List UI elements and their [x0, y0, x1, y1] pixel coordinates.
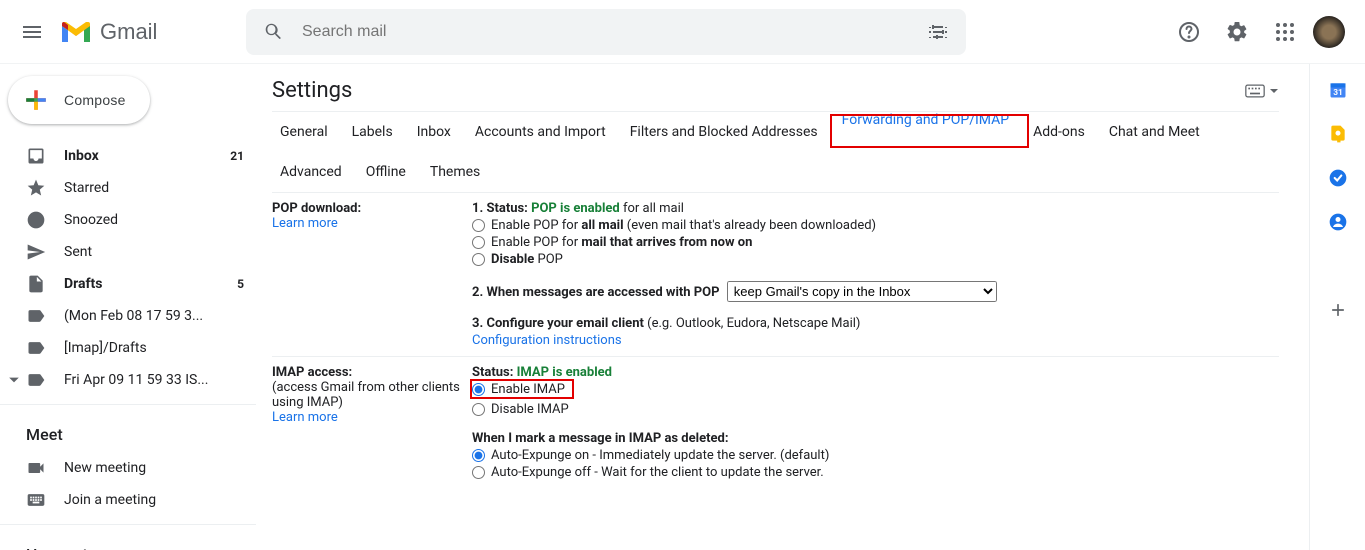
settings-gear-icon[interactable]: [1217, 12, 1257, 52]
chevron-down-icon: [1269, 86, 1279, 96]
pop-radio-disable[interactable]: [472, 253, 485, 266]
pop-configure-row: 3. Configure your email client (e.g. Out…: [472, 316, 1279, 331]
file-icon: [26, 274, 46, 294]
tab-accounts-and-import[interactable]: Accounts and Import: [467, 112, 614, 152]
clock-icon: [26, 210, 46, 230]
sidebar-item-starred[interactable]: Starred: [0, 172, 256, 204]
pop-download-label: POP download:: [272, 201, 462, 216]
keyboard-small-icon: [1245, 84, 1265, 98]
pop-access-select[interactable]: keep Gmail's copy in the Inbox: [727, 281, 997, 302]
sidebar-item-sent[interactable]: Sent: [0, 236, 256, 268]
expunge-off-option[interactable]: Auto-Expunge off - Wait for the client t…: [472, 465, 1279, 480]
contacts-icon[interactable]: [1328, 212, 1348, 232]
settings-pane: Settings GeneralLabelsInboxAccounts and …: [256, 64, 1309, 550]
tab-general[interactable]: General: [272, 112, 336, 152]
tab-advanced[interactable]: Advanced: [272, 152, 350, 192]
expunge-on-option[interactable]: Auto-Expunge on - Immediately update the…: [472, 448, 1279, 463]
keyboard-icon: [26, 490, 46, 510]
logo-text: Gmail: [100, 19, 157, 45]
tab-labels[interactable]: Labels: [344, 112, 401, 152]
imap-sub-label: (access Gmail from other clients using I…: [272, 380, 462, 410]
imap-status-line: Status: IMAP is enabled: [472, 365, 1279, 380]
hangouts-section-title: Hangouts: [0, 533, 256, 550]
label-icon: [26, 306, 46, 326]
inbox-icon: [26, 146, 46, 166]
imap-deleted-heading: When I mark a message in IMAP as deleted…: [472, 431, 729, 446]
tasks-icon[interactable]: [1328, 168, 1348, 188]
meet-section-title: Meet: [0, 413, 256, 452]
tab-add-ons[interactable]: Add-ons: [1025, 112, 1093, 152]
compose-button[interactable]: Compose: [8, 76, 150, 124]
side-panel: 31: [1309, 64, 1365, 550]
pop-radio-now[interactable]: [472, 236, 485, 249]
search-icon[interactable]: [254, 12, 294, 52]
add-sidepanel-icon[interactable]: [1328, 300, 1348, 320]
label-icon: [26, 338, 46, 358]
sidebar: Compose Inbox21StarredSnoozedSentDrafts5…: [0, 64, 256, 550]
new-meeting-item[interactable]: New meeting: [0, 452, 256, 484]
highlight-forwarding-tab: [830, 114, 1029, 148]
search-box[interactable]: [246, 9, 966, 55]
sidebar-item-imap-drafts[interactable]: [Imap]/Drafts: [0, 332, 256, 364]
settings-tabs: GeneralLabelsInboxAccounts and ImportFil…: [272, 111, 1279, 193]
pop-radio-all[interactable]: [472, 219, 485, 232]
compose-label: Compose: [64, 92, 126, 108]
sidebar-item-fri-apr-09-11-59-33-is[interactable]: Fri Apr 09 11 59 33 IS...: [0, 364, 256, 396]
imap-radio-disable[interactable]: [472, 403, 485, 416]
join-meeting-item[interactable]: Join a meeting: [0, 484, 256, 516]
pop-option-from-now[interactable]: Enable POP for mail that arrives from no…: [472, 235, 1279, 250]
label-icon: [26, 370, 46, 390]
gmail-icon: [60, 20, 92, 44]
sidebar-item-snoozed[interactable]: Snoozed: [0, 204, 256, 236]
apps-grid-icon[interactable]: [1265, 12, 1305, 52]
configuration-instructions-link[interactable]: Configuration instructions: [472, 333, 622, 348]
tab-inbox[interactable]: Inbox: [409, 112, 459, 152]
tab-offline[interactable]: Offline: [358, 152, 414, 192]
video-icon: [26, 458, 46, 478]
search-options-icon[interactable]: [918, 12, 958, 52]
pop-option-disable[interactable]: Disable POP: [472, 252, 1279, 267]
pop-option-all-mail[interactable]: Enable POP for all mail (even mail that'…: [472, 218, 1279, 233]
imap-disable-option[interactable]: Disable IMAP: [472, 402, 1279, 417]
pop-access-row: 2. When messages are accessed with POP k…: [472, 281, 1279, 302]
tab-filters-and-blocked-addresses[interactable]: Filters and Blocked Addresses: [622, 112, 826, 152]
pop-status-line: 1. Status: POP is enabled for all mail: [472, 201, 1279, 216]
input-tools-button[interactable]: [1245, 84, 1279, 98]
keep-icon[interactable]: [1328, 124, 1348, 144]
tab-chat-and-meet[interactable]: Chat and Meet: [1101, 112, 1208, 152]
support-icon[interactable]: [1169, 12, 1209, 52]
sidebar-item-mon-feb-08-17-59-3[interactable]: (Mon Feb 08 17 59 3...: [0, 300, 256, 332]
pop-learn-more-link[interactable]: Learn more: [272, 216, 338, 231]
sidebar-item-inbox[interactable]: Inbox21: [0, 140, 256, 172]
expunge-radio-off[interactable]: [472, 466, 485, 479]
imap-learn-more-link[interactable]: Learn more: [272, 410, 338, 425]
imap-access-label: IMAP access:: [272, 365, 462, 380]
compose-plus-icon: [20, 84, 52, 116]
expand-icon[interactable]: [8, 374, 20, 386]
send-icon: [26, 242, 46, 262]
gmail-logo[interactable]: Gmail: [56, 19, 236, 45]
calendar-icon[interactable]: 31: [1328, 80, 1348, 100]
main-menu-button[interactable]: [8, 8, 56, 56]
sidebar-item-drafts[interactable]: Drafts5: [0, 268, 256, 300]
settings-title: Settings: [272, 78, 352, 103]
search-input[interactable]: [294, 23, 918, 41]
highlight-enable-imap: [470, 379, 574, 399]
star-icon: [26, 178, 46, 198]
account-avatar[interactable]: [1313, 16, 1345, 48]
expunge-radio-on[interactable]: [472, 449, 485, 462]
svg-text:31: 31: [1333, 88, 1343, 98]
tab-themes[interactable]: Themes: [422, 152, 488, 192]
